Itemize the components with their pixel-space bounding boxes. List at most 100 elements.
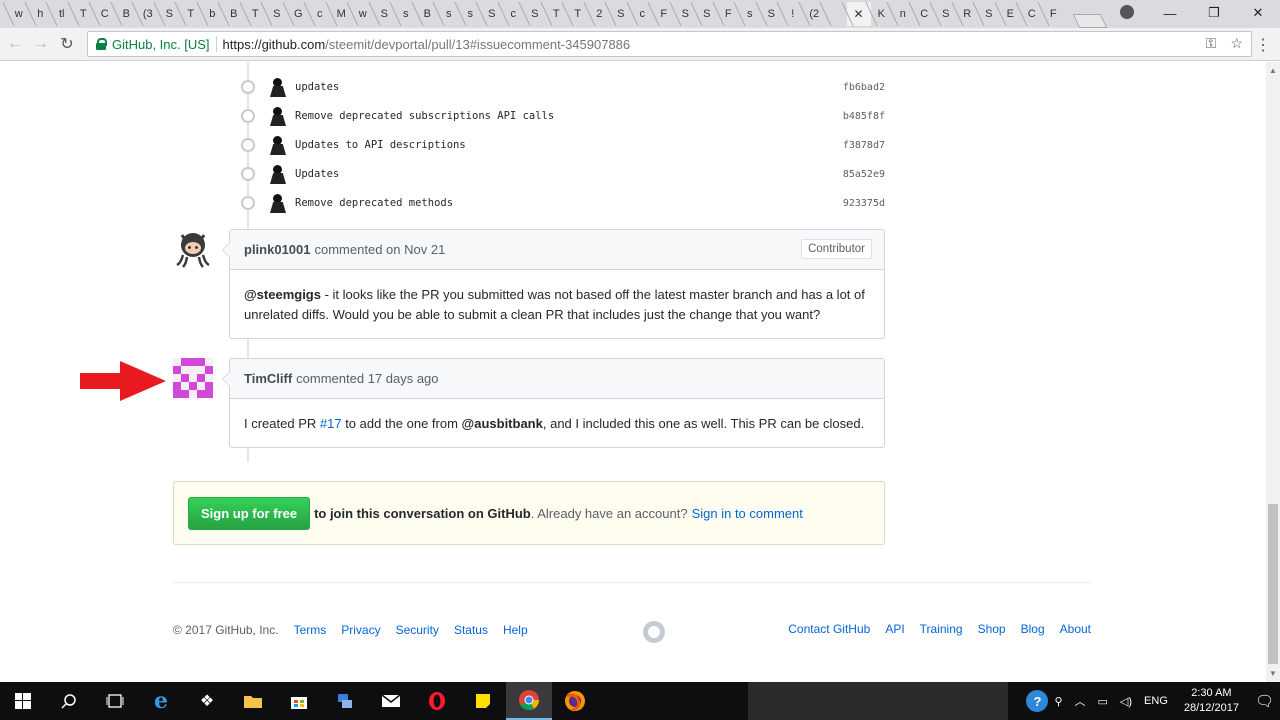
help-icon[interactable]: ? [1026, 690, 1049, 712]
comment-author-link[interactable]: TimCliff [244, 371, 292, 386]
url-host: https://github.com [222, 36, 326, 52]
new-tab-button[interactable] [1072, 14, 1108, 28]
footer-link-privacy[interactable]: Privacy [341, 623, 380, 637]
task-view-icon[interactable] [92, 682, 138, 720]
footer-link-terms[interactable]: Terms [294, 623, 327, 637]
comment-timcliff: TimCliff commented 17 days ago I created… [222, 358, 885, 448]
comment-timestamp[interactable]: commented 17 days ago [296, 371, 438, 386]
commit-sha-link[interactable]: 923375d [825, 198, 885, 209]
menu-kebab-icon[interactable]: ⋮ [1250, 35, 1276, 55]
page-content: updates fb6bad2 Remove deprecated subscrip… [0, 62, 1266, 682]
network-app-icon[interactable] [322, 682, 368, 720]
commit-sha-link[interactable]: fb6bad2 [825, 82, 885, 93]
commit-author-avatar[interactable] [268, 135, 288, 155]
identicon-cell [197, 358, 205, 366]
footer-divider [173, 582, 1091, 583]
people-icon[interactable]: ⚲ [1054, 695, 1062, 708]
mention-link[interactable]: @steemgigs [244, 287, 321, 302]
footer-link-api[interactable]: API [885, 622, 904, 636]
windows-taskbar: e ❖ ? ⚲ ︿ ▭ ◁) ENG 2:30 AM 28/12/2017 🗨 [0, 682, 1280, 720]
commit-sha-link[interactable]: 85a52e9 [825, 169, 885, 180]
commit-author-avatar[interactable] [268, 77, 288, 97]
identicon-cell [181, 358, 189, 366]
back-arrow-icon[interactable]: ← [2, 35, 28, 53]
footer: © 2017 GitHub, Inc. Terms Privacy Security… [173, 622, 1091, 638]
edge-icon[interactable]: e [138, 682, 184, 720]
bookmark-star-icon[interactable]: ☆ [1230, 35, 1243, 52]
chrome-icon[interactable] [506, 682, 552, 720]
commit-message-link[interactable]: Remove deprecated methods [295, 197, 825, 209]
footer-link-shop[interactable]: Shop [978, 622, 1006, 636]
windows-start-icon[interactable] [0, 682, 46, 720]
footer-link-about[interactable]: About [1060, 622, 1091, 636]
key-icon[interactable]: ⚿ [1206, 35, 1217, 52]
footer-left-links: Terms Privacy Security Status Help [279, 623, 528, 637]
signin-link[interactable]: Sign in to comment [692, 506, 803, 521]
identicon-cell [205, 366, 213, 374]
sticky-notes-icon[interactable] [460, 682, 506, 720]
dropbox-icon[interactable]: ❖ [184, 682, 230, 720]
commit-author-avatar[interactable] [268, 106, 288, 126]
signup-button[interactable]: Sign up for free [188, 496, 311, 530]
commit-message-link[interactable]: updates [295, 81, 825, 93]
footer-link-security[interactable]: Security [396, 623, 439, 637]
scroll-thumb[interactable] [1268, 504, 1278, 664]
browser-tab-strip: w h tl T C B (3 S Tb B T S Gc Mw Ss Bs s Sc S T T 2 Sc F S S Fs S!(… [0, 0, 1280, 28]
footer-link-contact-github[interactable]: Contact GitHub [788, 622, 870, 636]
comment-body: @steemgigs - it looks like the PR you su… [230, 270, 884, 340]
file-explorer-icon[interactable] [230, 682, 276, 720]
security-label: GitHub, Inc. [US] [112, 36, 210, 52]
footer-link-status[interactable]: Status [454, 623, 488, 637]
minimize-button[interactable]: — [1148, 6, 1192, 21]
restore-button[interactable]: ❐ [1192, 5, 1236, 21]
comment-author-link[interactable]: plink01001 [244, 242, 311, 257]
footer-link-training[interactable]: Training [920, 622, 963, 636]
avatar-identicon[interactable] [173, 358, 213, 398]
signup-muted-text: . Already have an account? [530, 505, 688, 521]
commit-message-link[interactable]: Updates [295, 168, 825, 180]
commit-sha-link[interactable]: f3878d7 [825, 140, 885, 151]
scroll-up-icon[interactable]: ▲ [1269, 66, 1277, 75]
volume-icon[interactable]: ◁) [1120, 695, 1132, 708]
commit-author-avatar[interactable] [268, 164, 288, 184]
comment-timestamp[interactable]: commented on Nov 21 [315, 242, 446, 257]
commit-author-avatar[interactable] [268, 193, 288, 213]
footer-link-help[interactable]: Help [503, 623, 528, 637]
copyright: © 2017 GitHub, Inc. [173, 623, 279, 637]
reload-icon[interactable]: ↻ [54, 34, 80, 54]
language-indicator[interactable]: ENG [1144, 695, 1168, 707]
commit-sha-link[interactable]: b485f8f [825, 111, 885, 122]
comment-header: TimCliff commented 17 days ago [230, 359, 884, 399]
commit-row: Remove deprecated subscriptions API call… [240, 105, 890, 127]
search-icon[interactable] [46, 682, 92, 720]
footer-link-blog[interactable]: Blog [1021, 622, 1045, 636]
scroll-down-icon[interactable]: ▼ [1269, 669, 1277, 678]
tray-chevron-icon[interactable]: ︿ [1075, 693, 1086, 709]
forward-arrow-icon[interactable]: → [28, 35, 54, 53]
browser-tab[interactable]: F [1043, 2, 1065, 26]
store-icon[interactable] [276, 682, 322, 720]
commit-message-link[interactable]: Remove deprecated subscriptions API call… [295, 110, 825, 122]
address-bar[interactable]: GitHub, Inc. [US] https://github.com/ste… [87, 31, 1252, 57]
commit-message-link[interactable]: Updates to API descriptions [295, 139, 825, 151]
clock[interactable]: 2:30 AM 28/12/2017 [1184, 686, 1239, 716]
battery-icon[interactable]: ▭ [1098, 695, 1108, 708]
close-window-button[interactable]: ✕ [1236, 5, 1280, 21]
comment-text: - it looks like the PR you submitted was… [244, 287, 865, 322]
clock-date: 28/12/2017 [1183, 702, 1239, 714]
vertical-scrollbar[interactable]: ▲ ▼ [1266, 62, 1280, 682]
commit-row: Updates 85a52e9 [240, 163, 890, 185]
opera-icon[interactable] [414, 682, 460, 720]
avatar-octocat[interactable] [173, 229, 213, 269]
mention-link[interactable]: @ausbitbank [462, 416, 543, 431]
profile-icon[interactable] [1120, 5, 1134, 19]
pr-link[interactable]: #17 [320, 416, 342, 431]
signup-bold-text: to join this conversation on GitHub [314, 505, 531, 521]
tab-close-icon[interactable]: ✕ [853, 7, 863, 21]
identicon-cell [197, 374, 205, 382]
identicon-cell [205, 382, 213, 390]
mail-icon[interactable] [368, 682, 414, 720]
identicon-cell [181, 374, 189, 382]
notification-icon[interactable]: 🗨 [1255, 692, 1274, 710]
firefox-icon[interactable] [552, 682, 598, 720]
